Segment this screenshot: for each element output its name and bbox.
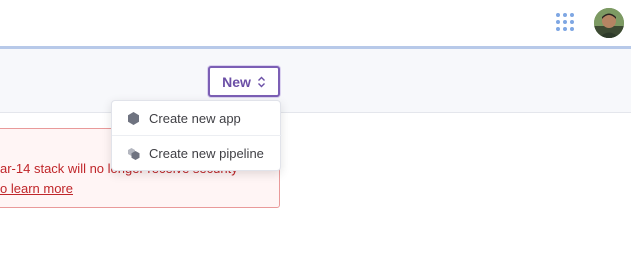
menu-item-create-pipeline[interactable]: Create new pipeline (112, 137, 282, 170)
new-button-label: New (222, 73, 251, 90)
toolbar (0, 49, 631, 113)
chevron-up-down-icon (257, 76, 265, 87)
apps-grid-icon[interactable] (556, 13, 576, 33)
learn-more-link[interactable]: o learn more (0, 181, 73, 196)
menu-item-create-app[interactable]: Create new app (112, 102, 282, 135)
new-button[interactable]: New (208, 66, 280, 97)
new-dropdown-menu: Create new app Create new pipeline (111, 100, 282, 171)
app-hexagon-icon (128, 112, 139, 125)
menu-item-label: Create new pipeline (149, 146, 264, 161)
menu-item-label: Create new app (149, 111, 241, 126)
user-avatar[interactable] (594, 8, 624, 38)
menu-divider (112, 135, 282, 136)
pipeline-hexagons-icon (128, 148, 140, 160)
top-navigation-bar (0, 0, 631, 47)
